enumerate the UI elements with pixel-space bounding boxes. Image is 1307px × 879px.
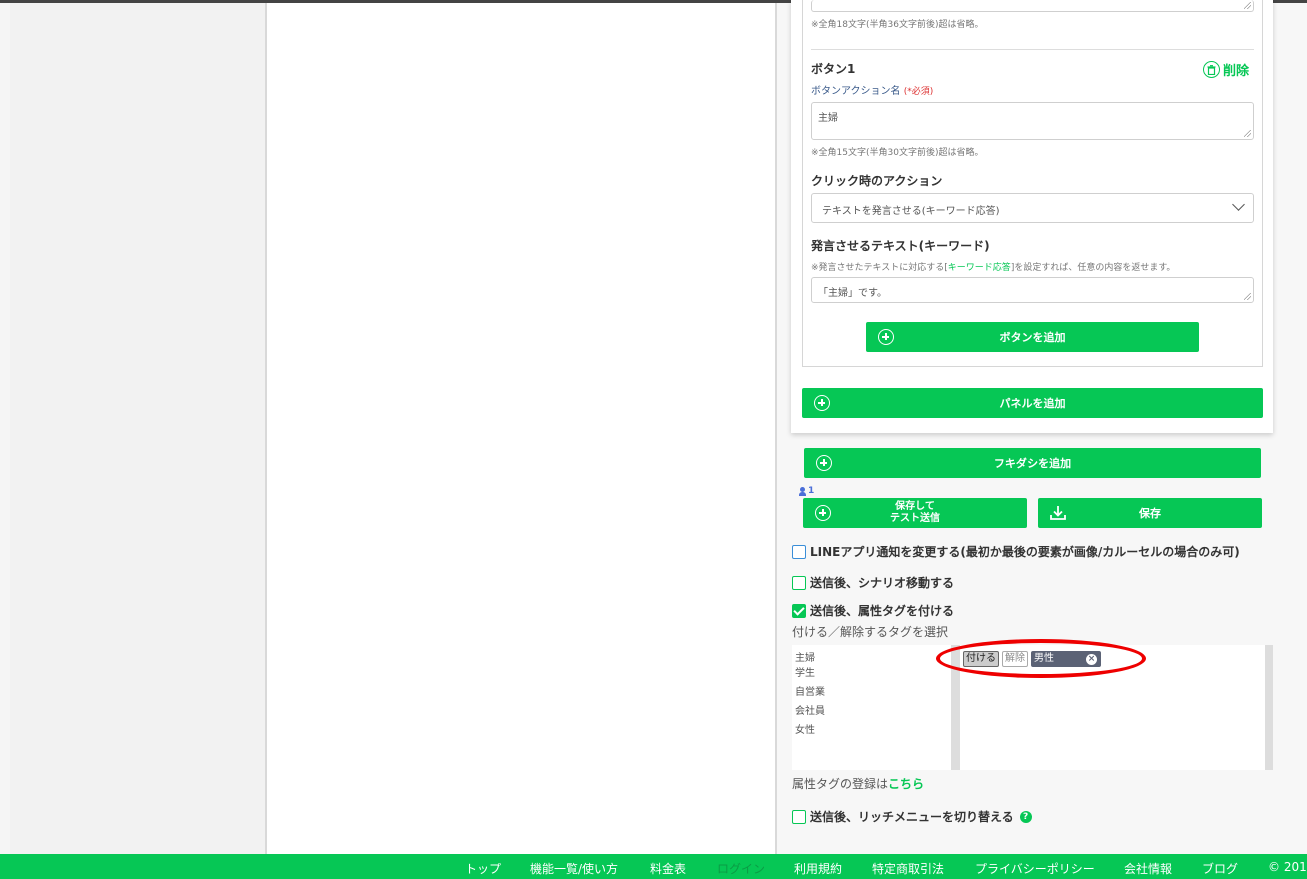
add-balloon-button[interactable]: フキダシを追加 [804, 448, 1261, 478]
download-icon [1050, 506, 1066, 520]
scenario-move-label: 送信後、シナリオ移動する [810, 576, 955, 590]
add-panel-label: パネルを追加 [999, 397, 1066, 410]
action-name-text: ボタンアクション名 [811, 86, 901, 97]
attach-tag-option[interactable]: 送信後、属性タグを付ける [792, 602, 954, 619]
footer-link-top[interactable]: トップ [465, 860, 501, 877]
plus-circle-icon [878, 329, 894, 345]
check-circle-icon [815, 505, 831, 521]
save-test-label: 保存して テスト送信 [890, 501, 940, 525]
action-name-label: ボタンアクション名 (*必須) [811, 82, 933, 97]
trash-icon [1203, 61, 1220, 78]
footer: トップ 機能一覧/使い方 料金表 ログイン 利用規約 特定商取引法 プライバシー… [0, 854, 1307, 879]
tag-list-item[interactable]: 自営業 [792, 683, 951, 702]
speak-text-value: 「主婦」です。 [818, 288, 887, 299]
add-panel-button[interactable]: パネルを追加 [802, 388, 1263, 418]
footer-link-blog[interactable]: ブログ [1202, 860, 1238, 877]
line-notify-label: LINEアプリ通知を変更する(最初か最後の要素が画像/カルーセルの場合のみ可) [810, 545, 1240, 559]
footer-copyright: © 2019 [1268, 860, 1307, 874]
click-action-select[interactable]: テキストを発言させる(キーワード応答) [811, 193, 1254, 223]
delete-label: 削除 [1223, 64, 1250, 79]
help-icon[interactable]: ? [1019, 810, 1032, 823]
required-mark: (*必須) [903, 87, 934, 97]
speak-text-label: 発言させるテキスト(キーワード) [811, 239, 990, 253]
tag-list-item[interactable]: 主婦 [792, 645, 951, 664]
rich-menu-label: 送信後、リッチメニューを切り替える [810, 810, 1014, 824]
person-icon [799, 486, 806, 496]
chevron-down-icon [1232, 198, 1245, 211]
speak-note-suffix: ]を設定すれば、任意の内容を返せます。 [1010, 263, 1176, 273]
selected-tags-scrollbar[interactable] [1265, 645, 1273, 770]
click-action-label: クリック時のアクション [811, 174, 943, 188]
add-balloon-label: フキダシを追加 [993, 457, 1072, 470]
footer-link-commerce-law[interactable]: 特定商取引法 [872, 860, 944, 877]
line-notify-checkbox[interactable] [792, 544, 806, 559]
resize-grip-icon[interactable] [1244, 130, 1251, 137]
attach-tag-checkbox[interactable] [792, 603, 806, 618]
save-and-test-button[interactable]: 保存して テスト送信 [803, 498, 1027, 528]
speak-text-note: ※発言させたテキストに対応する[キーワード応答]を設定すれば、任意の内容を返せま… [811, 260, 1175, 273]
speak-text-textarea[interactable]: 「主婦」です。 [811, 277, 1254, 303]
resize-grip-icon[interactable] [1244, 293, 1251, 300]
line-notify-option[interactable]: LINEアプリ通知を変更する(最初か最後の要素が画像/カルーセルの場合のみ可) [792, 543, 1240, 560]
footer-link-company[interactable]: 会社情報 [1124, 860, 1172, 877]
save-test-line1: 保存して [895, 501, 935, 512]
left-column [10, 3, 265, 854]
tag-list[interactable]: 主婦 学生 自営業 会社員 女性 [792, 645, 951, 770]
footer-link-terms[interactable]: 利用規約 [794, 860, 842, 877]
footer-link-login[interactable]: ログイン [717, 860, 765, 877]
tag-register-link[interactable]: こちら [888, 777, 924, 791]
tag-register-prefix: 属性タグの登録は [792, 777, 889, 791]
tag-list-item[interactable]: 女性 [792, 721, 951, 740]
title-limit-note: ※全角18文字(半角36文字前後)超は省略。 [811, 20, 984, 30]
action-name-textarea[interactable]: 主婦 [811, 102, 1254, 140]
rich-menu-option[interactable]: 送信後、リッチメニューを切り替える ? [792, 808, 1032, 825]
footer-link-pricing[interactable]: 料金表 [650, 860, 686, 877]
highlight-oval [936, 639, 1146, 678]
footer-link-features[interactable]: 機能一覧/使い方 [530, 860, 618, 877]
recipient-count-value: 1 [808, 486, 815, 496]
save-test-line2: テスト送信 [890, 513, 940, 524]
button-limit-note: ※全角15文字(半角30文字前後)超は省略。 [811, 148, 984, 158]
speak-note-prefix: ※発言させたテキストに対応する[ [811, 263, 948, 273]
rich-menu-checkbox[interactable] [792, 809, 806, 824]
resize-grip-icon[interactable] [1244, 2, 1251, 9]
section-divider [811, 49, 1254, 50]
keyword-response-link[interactable]: キーワード応答 [948, 263, 1011, 273]
tag-list-item[interactable]: 学生 [792, 664, 951, 683]
preview-column [267, 3, 775, 854]
tag-register-text: 属性タグの登録はこちら [792, 775, 924, 792]
plus-circle-icon [814, 395, 830, 411]
save-label: 保存 [1139, 507, 1161, 520]
title-textarea[interactable] [811, 0, 1254, 12]
click-action-value: テキストを発言させる(キーワード応答) [822, 206, 1000, 217]
save-button[interactable]: 保存 [1038, 498, 1262, 528]
scenario-move-checkbox[interactable] [792, 575, 806, 590]
footer-link-privacy[interactable]: プライバシーポリシー [975, 860, 1095, 877]
plus-circle-icon [816, 455, 832, 471]
add-button-label: ボタンを追加 [999, 331, 1066, 344]
add-button-button[interactable]: ボタンを追加 [866, 322, 1199, 352]
delete-button[interactable]: 削除 [1203, 60, 1249, 79]
attach-tag-label: 送信後、属性タグを付ける [810, 604, 955, 618]
scenario-move-option[interactable]: 送信後、シナリオ移動する [792, 574, 954, 591]
tag-select-label: 付ける／解除するタグを選択 [792, 625, 949, 639]
tag-list-item[interactable]: 会社員 [792, 702, 951, 721]
recipient-count: 1 [799, 486, 814, 496]
action-name-value: 主婦 [818, 113, 838, 124]
button-heading: ボタン1 [811, 62, 856, 76]
